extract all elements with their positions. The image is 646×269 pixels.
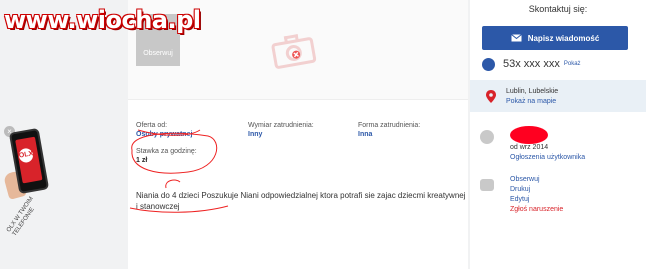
offer-from-value[interactable]: Osoby prywatnej xyxy=(136,131,192,138)
offer-from-field: Oferta od: Osoby prywatnej xyxy=(136,122,192,138)
phone-number: 53x xxx xxx xyxy=(503,58,560,70)
camera-placeholder-icon xyxy=(260,27,329,81)
user-ads-link[interactable]: Ogłoszenia użytkownika xyxy=(510,154,585,161)
location-name: Lublin, Lubelskie xyxy=(506,88,559,95)
work-time-label: Wymiar zatrudnienia: xyxy=(248,122,314,129)
print-link[interactable]: Drukuj xyxy=(510,186,530,193)
envelope-icon xyxy=(510,34,522,42)
hourly-rate-value: 1 zł xyxy=(136,157,148,164)
show-phone-link[interactable]: Pokaż xyxy=(564,61,581,67)
site-watermark: www.wiocha.pl xyxy=(4,6,201,34)
employment-label: Forma zatrudnienia: xyxy=(358,122,421,129)
user-avatar-icon xyxy=(480,130,494,144)
phone-icon xyxy=(482,57,495,71)
hourly-rate-label: Stawka za godzinę: xyxy=(136,148,197,155)
observe-link[interactable]: Obserwuj xyxy=(510,176,540,183)
report-link[interactable]: Zgłoś naruszenie xyxy=(510,206,563,213)
location-box: Lublin, Lubelskie Pokaż na mapie xyxy=(470,80,646,112)
contact-title: Skontaktuj się: xyxy=(528,4,588,14)
edit-link[interactable]: Edytuj xyxy=(510,196,529,203)
send-message-label: Napisz wiadomość xyxy=(527,33,600,43)
ad-main-content: Obserwuj Oferta od: Osoby prywatnej Wymi… xyxy=(128,0,468,269)
show-map-link[interactable]: Pokaż na mapie xyxy=(506,98,556,105)
app-promo-banner[interactable]: × OLX OLX W TWOIM TELEFONIE xyxy=(0,122,60,242)
send-message-button[interactable]: Napisz wiadomość xyxy=(482,26,628,50)
work-time-value[interactable]: Inny xyxy=(248,131,314,138)
offer-from-label: Oferta od: xyxy=(136,122,168,129)
work-time-field: Wymiar zatrudnienia: Inny xyxy=(248,122,314,138)
employment-field: Forma zatrudnienia: Inna xyxy=(358,122,420,138)
observe-thumb-label: Obserwuj xyxy=(143,50,173,57)
contact-panel: Skontaktuj się: Napisz wiadomość 53x xxx… xyxy=(470,0,646,269)
redacted-username xyxy=(510,126,548,144)
map-pin-icon xyxy=(486,90,496,103)
ad-description: Niania do 4 dzieci Poszukuje Niani odpow… xyxy=(136,191,466,211)
hourly-rate-field: Stawka za godzinę: 1 zł xyxy=(136,148,197,164)
user-since: od wrz 2014 xyxy=(510,144,549,151)
actions-icon xyxy=(480,179,494,191)
phone-row: 53x xxx xxx Pokaż xyxy=(482,56,632,72)
employment-value[interactable]: Inna xyxy=(358,131,420,138)
